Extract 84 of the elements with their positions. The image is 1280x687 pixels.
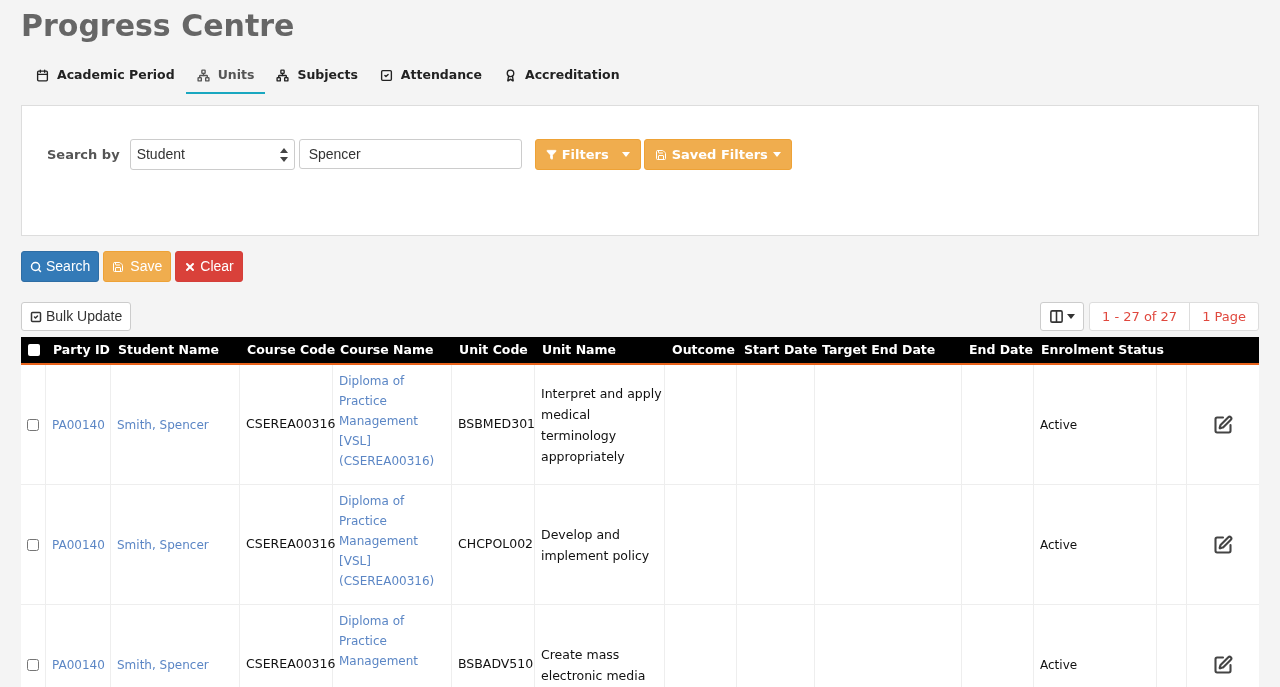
student-name-link[interactable]: Smith, Spencer: [117, 655, 209, 674]
save-icon: [654, 148, 667, 161]
checkbox-icon: [30, 310, 42, 323]
row-checkbox[interactable]: [27, 658, 39, 671]
tab[interactable]: Units: [185, 58, 266, 94]
pagination-pages: 1 Page: [1201, 307, 1247, 326]
tab[interactable]: Academic Period: [25, 58, 186, 94]
tab[interactable]: Attendance: [368, 58, 493, 94]
columns-button[interactable]: [1040, 302, 1084, 331]
clear-button[interactable]: Clear: [175, 251, 243, 282]
course-code: CSEREA00316: [246, 415, 336, 434]
column-header[interactable]: Course Name: [340, 340, 434, 360]
course-name-link[interactable]: Practice: [339, 391, 445, 411]
sitemap-icon: [276, 68, 290, 82]
unit-name: implement policy: [541, 546, 651, 565]
course-name-link[interactable]: Diploma of: [339, 371, 445, 391]
enrolment-status: Active: [1040, 416, 1078, 434]
unit-name: terminology: [541, 426, 618, 445]
course-name-link[interactable]: Management: [339, 531, 445, 551]
column-header[interactable]: Unit Code: [459, 340, 528, 360]
close-icon: [184, 260, 197, 273]
page-title: Progress Centre: [21, 7, 296, 45]
course-name-link[interactable]: Practice: [339, 511, 445, 531]
sitemap-icon: [196, 68, 210, 82]
course-name-link[interactable]: Diploma of: [339, 491, 445, 511]
party-id-link[interactable]: PA00140: [52, 415, 105, 434]
row-checkbox[interactable]: [27, 418, 39, 431]
course-code: CSEREA00316: [246, 535, 336, 554]
column-header[interactable]: Start Date: [744, 340, 818, 360]
column-header[interactable]: End Date: [969, 340, 1033, 360]
tab[interactable]: Accreditation: [493, 58, 631, 94]
save-icon: [112, 260, 125, 273]
caret-icon: [772, 152, 781, 157]
enrolment-status: Active: [1040, 656, 1078, 674]
unit-name: Develop and: [541, 525, 621, 544]
select-all-checkbox[interactable]: [27, 344, 40, 356]
course-code: CSEREA00316: [246, 655, 336, 674]
search-by-label: Search by: [47, 146, 120, 164]
sort-arrows-icon: [279, 147, 288, 162]
column-header[interactable]: Target End Date: [822, 340, 936, 360]
column-header[interactable]: Outcome: [672, 340, 735, 360]
search-input[interactable]: Spencer: [298, 139, 522, 169]
search-icon: [30, 260, 42, 273]
edit-icon[interactable]: [1213, 534, 1233, 555]
calendar-icon: [36, 68, 49, 82]
tab[interactable]: Subjects: [265, 58, 369, 94]
course-name-link[interactable]: Management: [339, 411, 445, 431]
edit-icon[interactable]: [1213, 654, 1233, 675]
course-name-link[interactable]: Diploma of: [339, 611, 445, 631]
edit-icon[interactable]: [1213, 414, 1233, 435]
unit-name: Create mass: [541, 645, 621, 664]
check-icon: [379, 68, 393, 82]
course-name-link[interactable]: Management: [339, 651, 445, 671]
course-name-link[interactable]: (CSEREA00316): [339, 451, 445, 471]
party-id-link[interactable]: PA00140: [52, 655, 105, 674]
course-name-link[interactable]: Practice: [339, 631, 445, 651]
column-header[interactable]: Party ID: [53, 340, 110, 360]
course-name-link[interactable]: [VSL]: [339, 431, 445, 451]
column-header[interactable]: Unit Name: [542, 340, 617, 360]
unit-code: BSBADV510: [458, 655, 534, 674]
unit-code: BSBMED301: [458, 415, 536, 434]
bulk-update-button[interactable]: Bulk Update: [21, 302, 132, 331]
caret-icon: [1067, 314, 1075, 319]
column-header[interactable]: Course Code: [247, 340, 336, 360]
unit-code: CHCPOL002: [458, 535, 534, 554]
search-button[interactable]: Search: [21, 251, 100, 282]
course-name-link[interactable]: (CSEREA00316): [339, 571, 445, 591]
unit-name: appropriately: [541, 447, 626, 466]
search-field-select[interactable]: Student: [129, 139, 295, 170]
course-name-link[interactable]: [VSL]: [339, 551, 445, 571]
award-icon: [504, 68, 517, 82]
pagination-range: 1 - 27 of 27: [1090, 303, 1191, 330]
unit-name: medical: [541, 405, 592, 424]
student-name-link[interactable]: Smith, Spencer: [117, 535, 209, 554]
filter-icon: [545, 149, 557, 160]
enrolment-status: Active: [1040, 536, 1078, 554]
party-id-link[interactable]: PA00140: [52, 535, 105, 554]
caret-icon: [621, 152, 630, 157]
unit-name: electronic media: [541, 666, 647, 685]
column-header[interactable]: Enrolment Status: [1041, 340, 1164, 360]
row-checkbox[interactable]: [27, 538, 39, 551]
column-header[interactable]: Student Name: [118, 340, 219, 360]
columns-icon: [1049, 309, 1064, 324]
student-name-link[interactable]: Smith, Spencer: [117, 415, 209, 434]
